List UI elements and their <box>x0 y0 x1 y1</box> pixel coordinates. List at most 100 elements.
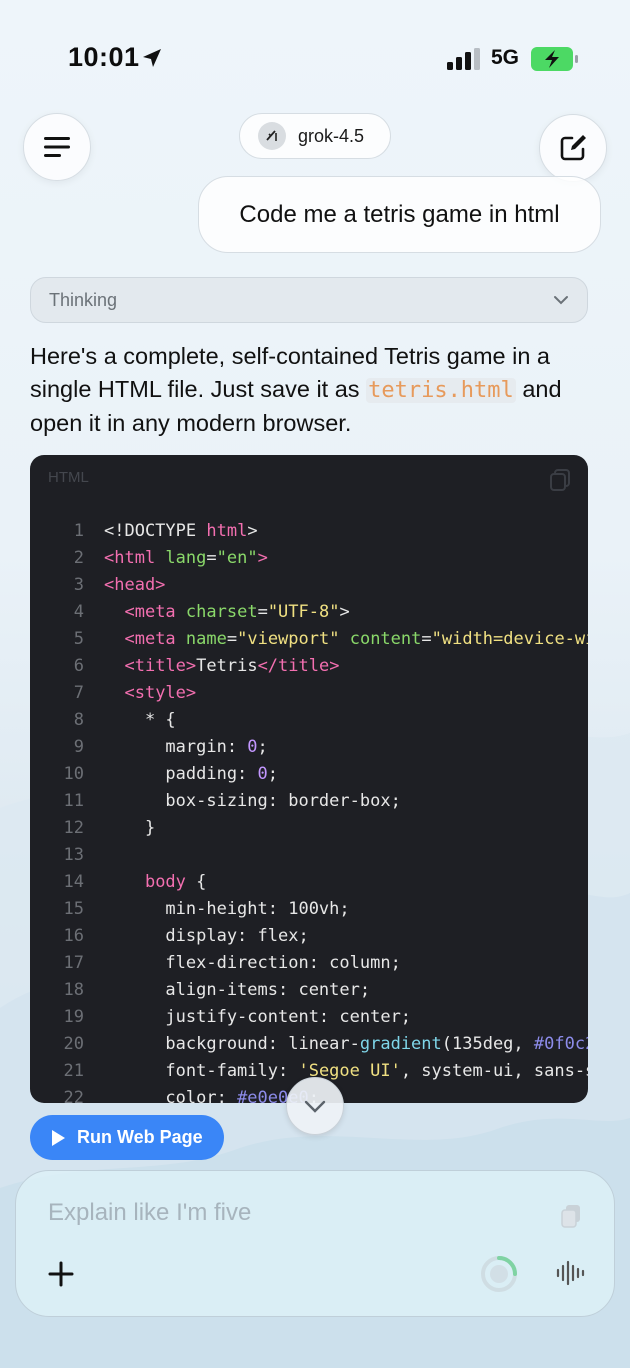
code-token: (135deg, <box>441 1034 534 1054</box>
usage-ring-icon[interactable] <box>479 1254 519 1294</box>
code-line: 4 <meta charset="UTF-8"> <box>30 599 588 626</box>
code-token: ; <box>267 764 279 784</box>
attach-files-icon[interactable] <box>560 1204 582 1228</box>
thinking-label: Thinking <box>49 289 118 310</box>
code-line: 3 <head> <box>30 572 588 599</box>
new-chat-button[interactable] <box>539 114 607 182</box>
line-number: 1 <box>73 521 84 541</box>
line-number: 19 <box>63 1007 84 1027</box>
code-token: 0 <box>247 737 258 757</box>
code-line: 6 <title>Tetris</title> <box>30 653 588 680</box>
inline-code-filename: tetris.html <box>366 378 516 403</box>
model-selector[interactable]: grok-4.5 <box>239 113 391 159</box>
code-token: gradient <box>359 1034 442 1054</box>
code-lines: 1 <!DOCTYPE html> 2 <html lang="en"> 3 <head>… <box>30 518 588 1103</box>
code-token: display: flex; <box>104 926 309 946</box>
code-line: 14 body { <box>30 869 588 896</box>
line-number: 15 <box>63 899 84 919</box>
grok-logo-icon <box>258 122 286 150</box>
code-token: body <box>144 872 186 892</box>
code-line: 18 align-items: center; <box>30 977 588 1004</box>
chevron-down-icon <box>304 1100 326 1113</box>
line-number: 6 <box>73 656 84 676</box>
code-line: 15 min-height: 100vh; <box>30 896 588 923</box>
code-token: > <box>339 602 350 622</box>
code-token: = <box>421 629 432 649</box>
battery-charging-icon <box>531 47 578 71</box>
code-line: 19 justify-content: center; <box>30 1004 588 1031</box>
code-line: 20 background: linear-gradient(135deg, #… <box>30 1031 588 1058</box>
line-number: 3 <box>73 575 84 595</box>
code-token: = <box>206 548 217 568</box>
code-token: margin: <box>104 737 248 757</box>
code-token: min-height: 100vh; <box>104 899 350 919</box>
code-language-label: HTML <box>48 469 89 486</box>
line-number: 21 <box>63 1061 84 1081</box>
compose-icon <box>560 135 586 161</box>
code-token: align-items: center; <box>104 980 371 1000</box>
code-token: lang <box>165 548 207 568</box>
code-token: "UTF-8" <box>267 602 340 622</box>
line-number: 7 <box>73 683 84 703</box>
line-number: 2 <box>73 548 84 568</box>
line-number: 18 <box>63 980 84 1000</box>
code-token: <html <box>104 548 166 568</box>
code-token: font-family: <box>104 1061 299 1081</box>
location-arrow-icon <box>143 49 161 67</box>
code-line: 2 <html lang="en"> <box>30 545 588 572</box>
code-token: <title> <box>124 656 197 676</box>
line-number: 22 <box>63 1088 84 1103</box>
code-token: <!DOCTYPE <box>104 521 207 541</box>
line-number: 20 <box>63 1034 84 1054</box>
code-line: 7 <style> <box>30 680 588 707</box>
thinking-toggle[interactable]: Thinking <box>30 277 588 323</box>
run-web-page-button[interactable]: Run Web Page <box>30 1115 224 1160</box>
run-web-page-label: Run Web Page <box>77 1127 203 1147</box>
line-number: 4 <box>73 602 84 622</box>
code-token: = <box>257 602 268 622</box>
menu-button[interactable] <box>23 113 91 181</box>
code-token: content <box>349 629 422 649</box>
code-token: > <box>247 521 258 541</box>
code-token: = <box>226 629 238 649</box>
line-number: 17 <box>63 953 84 973</box>
line-number: 16 <box>63 926 84 946</box>
code-token: } <box>104 818 156 838</box>
code-token: Tetris <box>196 656 258 676</box>
status-bar: 10:01 5G <box>0 40 630 80</box>
code-token: "viewport" <box>237 629 340 649</box>
code-token: <style> <box>124 683 197 703</box>
code-token: color: <box>104 1088 238 1103</box>
code-token: justify-content: center; <box>104 1007 412 1027</box>
copy-icon[interactable] <box>550 469 570 491</box>
line-number: 11 <box>63 791 84 811</box>
code-token: #0f0c29 <box>533 1034 588 1054</box>
code-token: { <box>185 872 207 892</box>
message-input[interactable] <box>48 1193 528 1233</box>
message-composer <box>15 1170 615 1317</box>
plus-icon[interactable] <box>46 1259 76 1289</box>
cellular-signal-icon <box>447 48 480 70</box>
network-type: 5G <box>491 46 520 69</box>
line-number: 13 <box>63 845 84 865</box>
voice-waveform-icon[interactable] <box>555 1257 587 1289</box>
code-token: html <box>206 521 248 541</box>
line-number: 10 <box>63 764 84 784</box>
hamburger-menu-icon <box>44 137 70 157</box>
line-number: 12 <box>63 818 84 838</box>
code-line: 10 padding: 0; <box>30 761 588 788</box>
line-number: 14 <box>63 872 84 892</box>
code-token: padding: <box>104 764 258 784</box>
code-line: 13 <box>30 842 588 869</box>
code-token: <head> <box>104 575 166 595</box>
scroll-down-button[interactable] <box>286 1077 344 1135</box>
code-token: </title> <box>257 656 340 676</box>
code-line: 8 * { <box>30 707 588 734</box>
code-token: <meta <box>124 602 186 622</box>
play-icon <box>52 1129 65 1146</box>
